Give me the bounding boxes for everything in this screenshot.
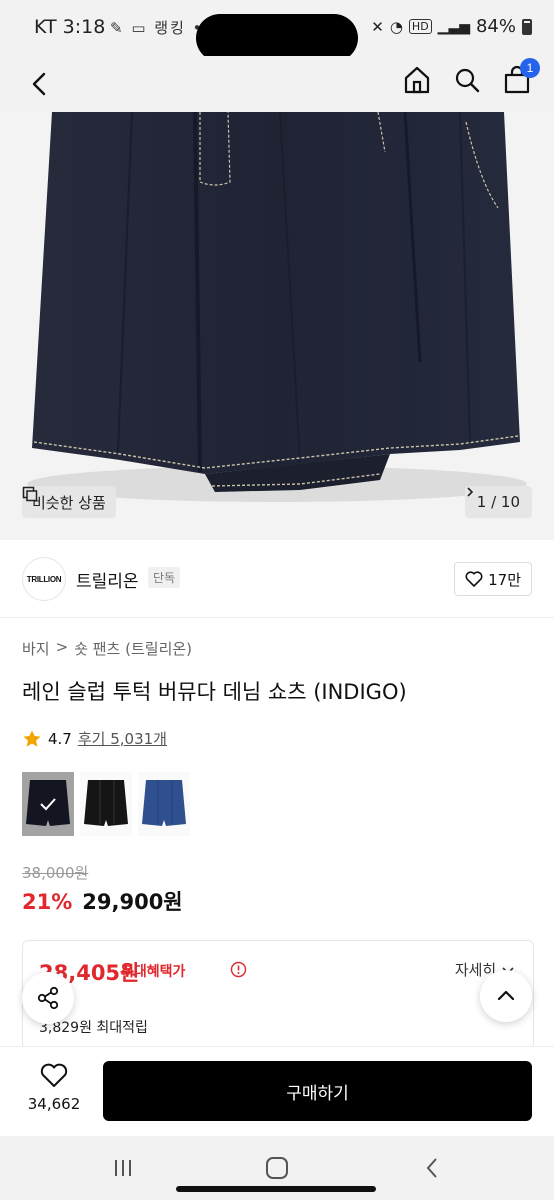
brand-row: TRILLION 트릴리온 단독 17만 bbox=[0, 540, 554, 618]
back-arrow-icon bbox=[426, 1158, 437, 1178]
chevron-right-icon bbox=[467, 487, 473, 497]
signal-icon: ▁▃▅ bbox=[437, 18, 470, 35]
similar-products-label: 비슷한 상품 bbox=[32, 493, 106, 512]
heart-icon bbox=[40, 1063, 68, 1087]
recent-apps-button[interactable] bbox=[108, 1154, 138, 1182]
back-nav-button[interactable] bbox=[418, 1154, 448, 1182]
chevron-left-icon bbox=[32, 72, 46, 96]
info-icon[interactable] bbox=[230, 961, 247, 978]
share-icon bbox=[37, 986, 59, 1010]
swatch-black-image bbox=[84, 780, 128, 826]
brand-like-count: 17만 bbox=[488, 570, 521, 589]
breadcrumb-subcategory[interactable]: 숏 팬츠 (트릴리온) bbox=[74, 638, 192, 659]
search-button[interactable] bbox=[452, 64, 482, 96]
hd-icon: HD bbox=[408, 19, 432, 34]
home-icon bbox=[404, 66, 430, 94]
status-time: KT 3:18 bbox=[34, 16, 106, 38]
battery-percent: 84% bbox=[475, 16, 516, 37]
swatch-blue-image bbox=[142, 780, 186, 826]
mute-icon: ✕ bbox=[371, 17, 384, 36]
heart-icon bbox=[465, 571, 483, 587]
brand-logo[interactable]: TRILLION bbox=[22, 557, 66, 601]
max-benefit-box[interactable]: 28,405원 최대혜택가 자세히 3,829원 최대적립 bbox=[22, 940, 534, 1050]
gallery-page-text: 1 / 10 bbox=[476, 493, 520, 511]
brand-logo-text: TRILLION bbox=[26, 574, 62, 584]
scroll-top-button[interactable] bbox=[480, 970, 532, 1022]
status-notification-icons: ✎ ▭ 랭킹 • bbox=[110, 19, 204, 37]
buy-button[interactable]: 구매하기 bbox=[103, 1061, 532, 1121]
sale-price: 29,900원 bbox=[82, 890, 183, 914]
search-icon bbox=[455, 68, 480, 93]
star-icon bbox=[23, 730, 41, 747]
home-indicator bbox=[176, 1186, 376, 1192]
breadcrumb-category[interactable]: 바지 bbox=[22, 638, 50, 659]
discount-rate: 21% bbox=[22, 890, 73, 914]
color-swatches bbox=[22, 772, 190, 836]
product-title: 레인 슬럽 투턱 버뮤다 데님 쇼츠 (INDIGO) bbox=[22, 680, 407, 704]
brand-like-button[interactable]: 17만 bbox=[454, 562, 532, 596]
checkmark-icon bbox=[40, 798, 56, 811]
similar-items-icon bbox=[22, 486, 38, 502]
purchase-bar: 34,662 구매하기 bbox=[0, 1046, 554, 1136]
app-header: 1 bbox=[0, 56, 554, 112]
back-button[interactable] bbox=[26, 64, 56, 104]
share-button[interactable] bbox=[22, 972, 74, 1024]
reviews-link[interactable]: 후기 5,031개 bbox=[78, 728, 167, 749]
original-price: 38,000원 bbox=[22, 864, 89, 882]
cart-button[interactable]: 1 bbox=[502, 58, 540, 96]
rating-value: 4.7 bbox=[48, 729, 72, 748]
camera-cutout bbox=[196, 14, 358, 62]
status-bar: KT 3:18 ✎ ▭ 랭킹 • ✕ ◔ HD ▁▃▅ 84% bbox=[0, 0, 554, 62]
swatch-blue[interactable] bbox=[138, 772, 190, 836]
swatch-indigo[interactable] bbox=[22, 772, 74, 836]
home-circle-icon bbox=[266, 1157, 288, 1179]
rating-row: 4.7 후기 5,031개 bbox=[22, 728, 167, 749]
home-button[interactable] bbox=[402, 64, 432, 96]
similar-products-button[interactable]: 비슷한 상품 bbox=[22, 486, 116, 518]
exclusive-badge: 단독 bbox=[148, 567, 181, 588]
gallery-page-indicator[interactable]: 1 / 10 bbox=[464, 486, 532, 518]
breadcrumb-separator: > bbox=[55, 638, 69, 656]
wifi-icon: ◔ bbox=[389, 17, 403, 36]
recent-apps-icon bbox=[115, 1160, 131, 1176]
chevron-up-icon bbox=[497, 990, 515, 1001]
price-row: 21% 29,900원 bbox=[22, 886, 183, 916]
brand-name[interactable]: 트릴리온 bbox=[76, 567, 139, 592]
battery-icon bbox=[522, 18, 532, 35]
header-actions: 1 bbox=[402, 58, 540, 96]
wishlist-count: 34,662 bbox=[27, 1095, 81, 1113]
cart-count-badge: 1 bbox=[520, 58, 540, 78]
breadcrumb: 바지 > 숏 팬츠 (트릴리온) bbox=[22, 638, 192, 659]
home-nav-button[interactable] bbox=[262, 1154, 292, 1182]
product-image bbox=[27, 112, 527, 502]
product-image-gallery[interactable]: 비슷한 상품 1 / 10 bbox=[0, 112, 554, 540]
status-right-icons: ✕ ◔ HD ▁▃▅ 84% bbox=[371, 16, 532, 37]
max-benefit-label: 최대혜택가 bbox=[121, 964, 186, 980]
swatch-black[interactable] bbox=[80, 772, 132, 836]
wishlist-button[interactable]: 34,662 bbox=[22, 1063, 86, 1113]
